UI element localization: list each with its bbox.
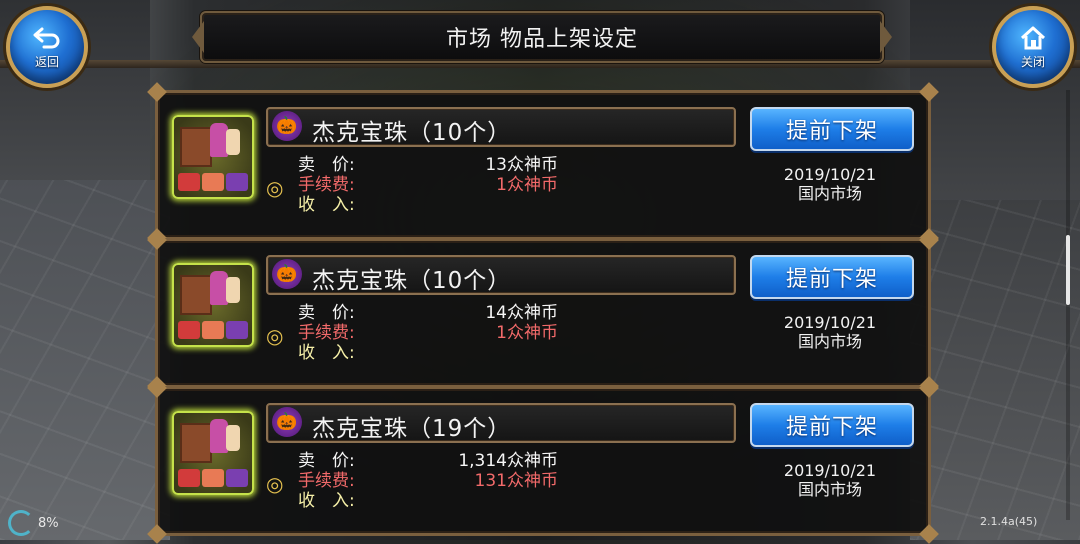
coins-icon: ◎	[266, 472, 284, 496]
fee-label: 手续费:	[298, 175, 355, 195]
sale-price-value: 1,314众神币	[458, 451, 558, 471]
sale-price-label: 卖 价:	[298, 451, 355, 471]
income-label: 收 入:	[298, 343, 355, 363]
background-street-right	[910, 200, 1080, 540]
page-title-bar: 市场 物品上架设定	[192, 11, 892, 63]
market-stall-icon[interactable]	[172, 115, 254, 199]
scrollbar-track[interactable]	[1066, 90, 1070, 520]
income-label: 收 入:	[298, 491, 355, 511]
market-type: 国内市场	[797, 184, 862, 203]
page-title: 市场 物品上架设定	[446, 27, 638, 52]
listing-card: 🎃 杰克宝珠（19个） 提前下架 ◎ 卖 价: 手续费: 收 入: 1,314众…	[147, 378, 939, 544]
unlist-early-button[interactable]: 提前下架	[750, 107, 914, 151]
title-ornament-left	[192, 21, 204, 53]
fee-value: 131众神币	[474, 471, 558, 491]
market-stall-icon[interactable]	[172, 411, 254, 495]
unlist-early-button[interactable]: 提前下架	[750, 255, 914, 299]
coins-icon: ◎	[266, 324, 284, 348]
fee-label: 手续费:	[298, 471, 355, 491]
sale-price-label: 卖 价:	[298, 155, 355, 175]
version-label: 2.1.4a(45)	[980, 515, 1038, 528]
home-icon	[1020, 26, 1046, 49]
battery-level: 8%	[38, 515, 59, 531]
fee-label: 手续费:	[298, 323, 355, 343]
listing-date: 2019/10/21	[783, 461, 877, 480]
pumpkin-icon: 🎃	[272, 259, 302, 289]
pumpkin-icon: 🎃	[272, 111, 302, 141]
unlist-early-button[interactable]: 提前下架	[750, 403, 914, 447]
item-name-box: 🎃 杰克宝珠（19个）	[266, 403, 736, 443]
income-label: 收 入:	[298, 195, 355, 215]
pumpkin-icon: 🎃	[272, 407, 302, 437]
market-type: 国内市场	[797, 332, 862, 351]
battery-icon	[8, 510, 34, 536]
close-label: 关闭	[1020, 54, 1045, 69]
close-button[interactable]: 关闭	[992, 6, 1074, 88]
sale-price-value: 14众神币	[485, 303, 558, 323]
back-arrow-icon	[33, 27, 60, 48]
market-stall-icon[interactable]	[172, 263, 254, 347]
back-button[interactable]: 返回	[6, 6, 88, 88]
item-name-box: 🎃 杰克宝珠（10个）	[266, 107, 736, 147]
listing-card: 🎃 杰克宝珠（10个） 提前下架 ◎ 卖 价: 手续费: 收 入: 13众神币 …	[147, 82, 939, 248]
coins-icon: ◎	[266, 176, 284, 200]
item-name: 杰克宝珠（10个）	[312, 268, 512, 294]
back-label: 返回	[34, 54, 59, 69]
market-type: 国内市场	[797, 480, 862, 499]
listing-date: 2019/10/21	[783, 313, 877, 332]
scrollbar-thumb[interactable]	[1066, 235, 1070, 305]
sale-price-value: 13众神币	[485, 155, 558, 175]
fee-value: 1众神币	[496, 323, 558, 343]
item-name: 杰克宝珠（10个）	[312, 120, 512, 146]
background-street-left	[0, 180, 170, 540]
item-name: 杰克宝珠（19个）	[312, 416, 512, 442]
sale-price-label: 卖 价:	[298, 303, 355, 323]
listing-card: 🎃 杰克宝珠（10个） 提前下架 ◎ 卖 价: 手续费: 收 入: 14众神币 …	[147, 230, 939, 396]
fee-value: 1众神币	[496, 175, 558, 195]
listing-date: 2019/10/21	[783, 165, 877, 184]
item-name-box: 🎃 杰克宝珠（10个）	[266, 255, 736, 295]
battery-indicator: 8%	[8, 510, 59, 536]
title-ornament-right	[880, 21, 892, 53]
